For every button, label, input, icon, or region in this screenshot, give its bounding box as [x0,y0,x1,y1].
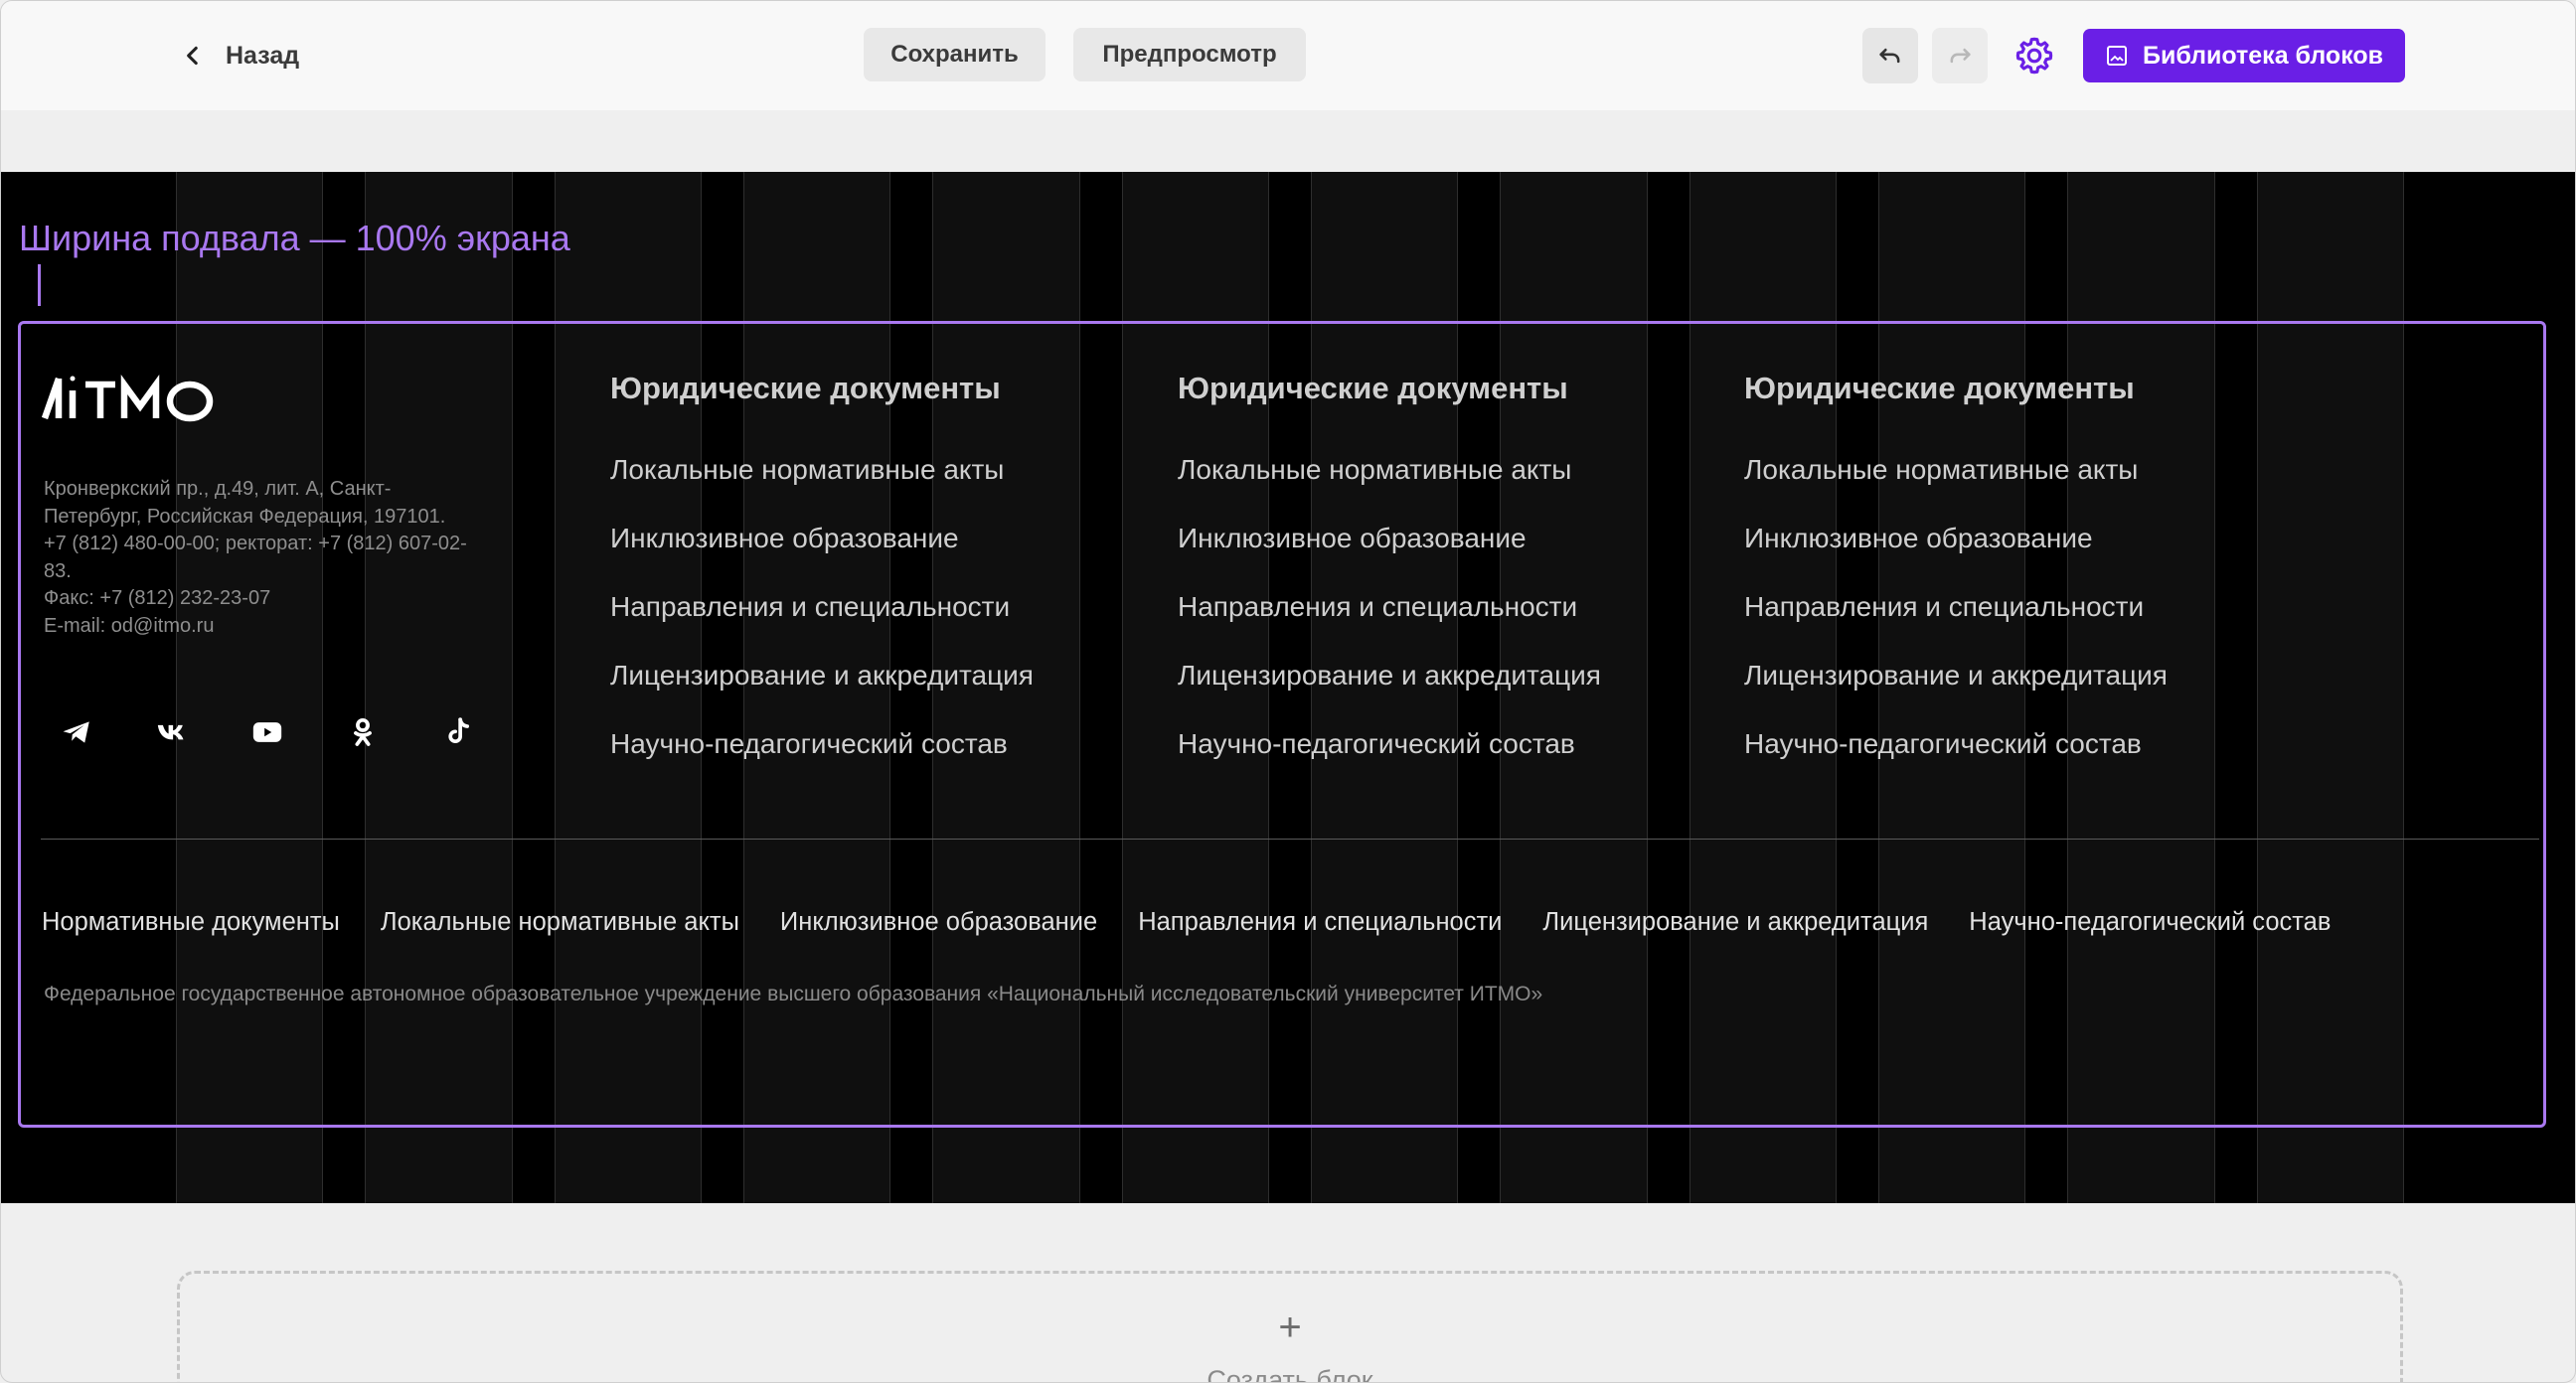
save-button[interactable]: Сохранить [864,28,1046,81]
legal-text: Федеральное государственное автономное о… [44,983,1543,1005]
vk-link[interactable] [154,714,190,750]
bottom-link[interactable]: Лицензирование и аккредитация [1542,908,1928,937]
footer-bottom-links: Нормативные документы Локальные норматив… [42,908,2331,937]
editor-window: Назад Сохранить Предпросмотр Библиотека … [0,0,2576,1383]
column-link[interactable]: Лицензирование и аккредитация [1744,660,2168,728]
bottom-link[interactable]: Нормативные документы [42,908,340,937]
footer-column-3: Юридические документы Локальные норматив… [1744,371,2168,797]
tiktok-link[interactable] [440,714,476,750]
bottom-link[interactable]: Инклюзивное образование [780,908,1097,937]
block-library-label: Библиотека блоков [2142,41,2384,70]
redo-icon [1950,48,1971,64]
image-icon [2106,46,2127,66]
column-link[interactable]: Инклюзивное образование [610,523,1034,591]
youtube-icon [252,722,282,742]
column-link[interactable]: Локальные нормативные акты [1178,454,1601,523]
footer-column-1: Юридические документы Локальные норматив… [610,371,1034,797]
settings-gear-icon[interactable] [2013,35,2055,77]
youtube-link[interactable] [249,714,285,750]
column-link[interactable]: Направления и специальности [1744,591,2168,660]
top-toolbar: Назад Сохранить Предпросмотр Библиотека … [1,1,2575,110]
guide-marker [38,264,41,306]
column-link[interactable]: Направления и специальности [610,591,1034,660]
column-link[interactable]: Лицензирование и аккредитация [1178,660,1601,728]
address-line: E-mail: od@itmo.ru [44,614,215,637]
footer-column-2: Юридические документы Локальные норматив… [1178,371,1601,797]
social-links [59,714,476,750]
column-link[interactable]: Локальные нормативные акты [1744,454,2168,523]
column-link[interactable]: Научно-педагогический состав [1178,728,1601,797]
odnoklassniki-icon [354,717,372,746]
column-link[interactable]: Направления и специальности [1178,591,1601,660]
plus-icon: + [1278,1306,1302,1349]
column-link[interactable]: Инклюзивное образование [1178,523,1601,591]
address-line: Кронверкский пр., д.49, лит. А, Санкт- [44,478,392,500]
itmo-logo[interactable] [41,369,220,422]
tiktok-icon [448,717,470,744]
undo-icon [1879,48,1900,64]
bottom-link[interactable]: Научно-педагогический состав [1969,908,2331,937]
odnoklassniki-link[interactable] [345,714,381,750]
column-link[interactable]: Научно-педагогический состав [1744,728,2168,797]
create-block-button[interactable]: + Создать блок [177,1271,2403,1383]
footer-width-label: Ширина подвала — 100% экрана [19,218,570,258]
back-label: Назад [226,41,300,70]
block-library-button[interactable]: Библиотека блоков [2083,29,2405,82]
column-heading: Юридические документы [610,371,1001,405]
back-button[interactable]: Назад [180,33,299,78]
bottom-link[interactable]: Направления и специальности [1138,908,1502,937]
column-heading: Юридические документы [1744,371,2135,405]
chevron-left-icon [187,46,198,66]
column-heading: Юридические документы [1178,371,1568,405]
address-line: Петербург, Российская Федерация, 197101. [44,505,446,528]
bottom-link[interactable]: Локальные нормативные акты [381,908,739,937]
create-block-label: Создать блок [1207,1365,1373,1383]
footer-divider [41,839,2539,840]
vk-icon [157,724,184,740]
preview-button[interactable]: Предпросмотр [1073,28,1306,81]
contact-address: Кронверкский пр., д.49, лит. А, Санкт- П… [44,476,551,640]
column-link[interactable]: Инклюзивное образование [1744,523,2168,591]
column-link[interactable]: Лицензирование и аккредитация [610,660,1034,728]
telegram-link[interactable] [59,714,94,750]
column-link[interactable]: Научно-педагогический состав [610,728,1034,797]
address-line: Факс: +7 (812) 232-23-07 [44,587,271,609]
undo-button[interactable] [1862,28,1918,83]
redo-button[interactable] [1932,28,1988,83]
column-link[interactable]: Локальные нормативные акты [610,454,1034,523]
address-line: 83. [44,559,72,582]
telegram-icon [63,721,89,743]
address-line: +7 (812) 480-00-00; ректорат: +7 (812) 6… [44,533,467,554]
